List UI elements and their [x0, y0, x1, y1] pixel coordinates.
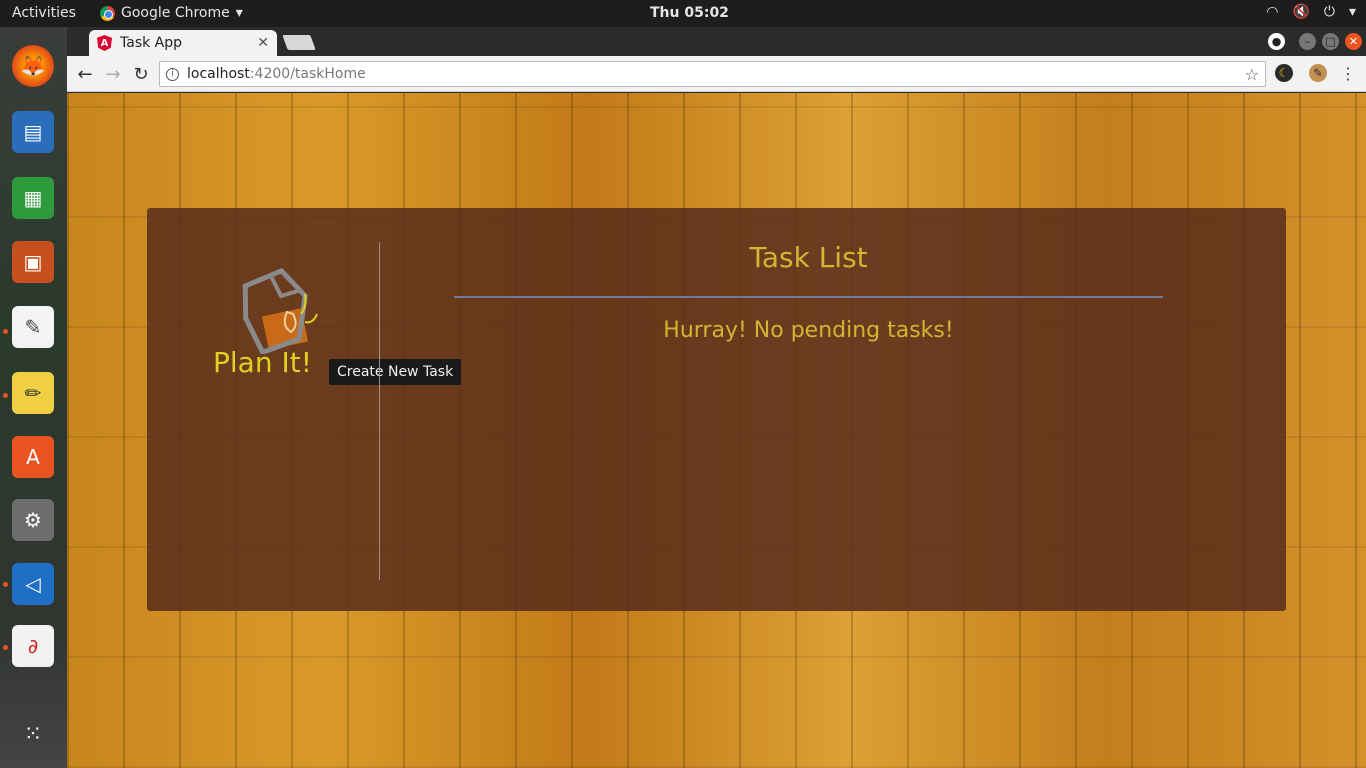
url-host: localhost — [187, 66, 250, 82]
chevron-down-icon: ▾ — [235, 5, 243, 21]
dock: 🦊 ▤ ▦ ▣ ✎ ✏ A ⚙ ◁ ∂ ⁙ — [0, 27, 67, 768]
page-title: Task List — [749, 241, 868, 274]
window-controls: ● – □ ✕ — [1268, 33, 1362, 50]
browser-toolbar: ← → ↻ i localhost :4200/taskHome ☆ ☾ ✎ ⋮ — [67, 56, 1366, 92]
logo-text: Plan It! — [213, 346, 312, 379]
address-bar[interactable]: i localhost :4200/taskHome ☆ — [159, 61, 1266, 87]
tab-task-app[interactable]: A Task App ✕ — [89, 30, 277, 56]
text-editor-icon[interactable]: ✎ — [12, 306, 54, 348]
tab-strip: A Task App ✕ ● – □ ✕ — [67, 27, 1366, 56]
profile-icon[interactable]: ● — [1268, 33, 1285, 50]
close-icon[interactable]: ✕ — [257, 35, 269, 51]
page-content: Plan It! Create New Task Task List Hurra… — [67, 93, 1366, 768]
software-center-icon[interactable]: A — [12, 436, 54, 478]
angular-icon: A — [97, 35, 112, 51]
forward-icon[interactable]: → — [103, 64, 123, 85]
volume-muted-icon: 🔇 — [1292, 4, 1310, 20]
extension-tool-icon[interactable]: ✎ — [1309, 64, 1327, 82]
vertical-divider — [379, 242, 380, 580]
new-tab-button[interactable] — [282, 35, 316, 50]
create-task-tooltip: Create New Task — [329, 359, 462, 385]
notes-icon[interactable]: ✏ — [12, 372, 54, 414]
extension-moon-icon[interactable]: ☾ — [1275, 64, 1293, 82]
maximize-button[interactable]: □ — [1322, 33, 1339, 50]
bookmark-star-icon[interactable]: ☆ — [1245, 65, 1259, 84]
clock[interactable]: Thu 05:02 — [650, 5, 729, 21]
firefox-icon[interactable]: 🦊 — [12, 45, 54, 87]
app-menu-label: Google Chrome — [121, 5, 230, 21]
menu-icon[interactable]: ⋮ — [1339, 64, 1357, 83]
calc-icon[interactable]: ▦ — [12, 177, 54, 219]
impress-icon[interactable]: ▣ — [12, 241, 54, 283]
wifi-icon: ◠ — [1266, 4, 1279, 20]
show-apps-icon[interactable]: ⁙ — [12, 713, 54, 755]
url-path: :4200/taskHome — [249, 66, 366, 82]
info-icon[interactable]: i — [166, 67, 179, 81]
app-menu[interactable]: Google Chrome ▾ — [100, 5, 243, 21]
chrome-window: A Task App ✕ ● – □ ✕ ← → ↻ i localhost :… — [67, 27, 1366, 768]
tab-title: Task App — [120, 35, 183, 51]
writer-icon[interactable]: ▤ — [12, 111, 54, 153]
chrome-icon — [100, 5, 115, 21]
activities-button[interactable]: Activities — [12, 5, 76, 21]
vscode-icon[interactable]: ◁ — [12, 563, 54, 605]
settings-icon[interactable]: ⚙ — [12, 499, 54, 541]
document-clip-icon — [242, 267, 318, 356]
task-panel: Plan It! Create New Task Task List Hurra… — [147, 208, 1286, 611]
document-viewer-icon[interactable]: ∂ — [12, 625, 54, 667]
chevron-down-icon: ▾ — [1348, 4, 1356, 20]
close-window-button[interactable]: ✕ — [1345, 33, 1362, 50]
reload-icon[interactable]: ↻ — [131, 64, 151, 85]
power-icon: ⏻ — [1323, 4, 1335, 20]
minimize-button[interactable]: – — [1299, 33, 1316, 50]
empty-state-message: Hurray! No pending tasks! — [663, 318, 954, 343]
plan-it-logo[interactable]: Plan It! — [209, 264, 339, 384]
back-icon[interactable]: ← — [75, 64, 95, 85]
system-top-bar: Activities Google Chrome ▾ Thu 05:02 ◠ 🔇… — [0, 0, 1366, 27]
title-divider — [454, 296, 1163, 298]
system-tray[interactable]: ◠ 🔇 ⏻ ▾ — [1266, 4, 1356, 20]
